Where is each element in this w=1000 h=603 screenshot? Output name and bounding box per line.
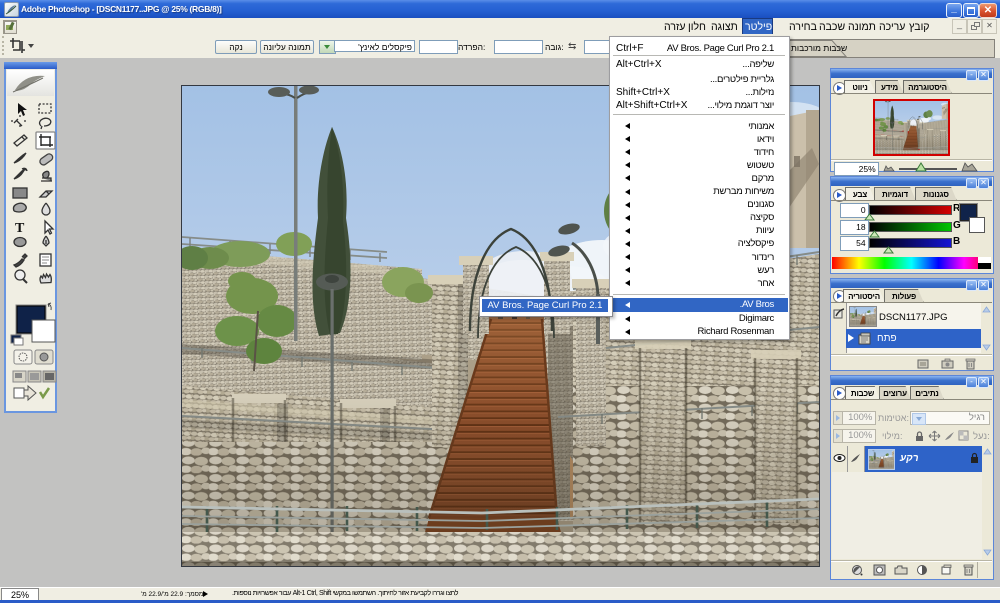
svg-text:T: T xyxy=(15,221,25,236)
